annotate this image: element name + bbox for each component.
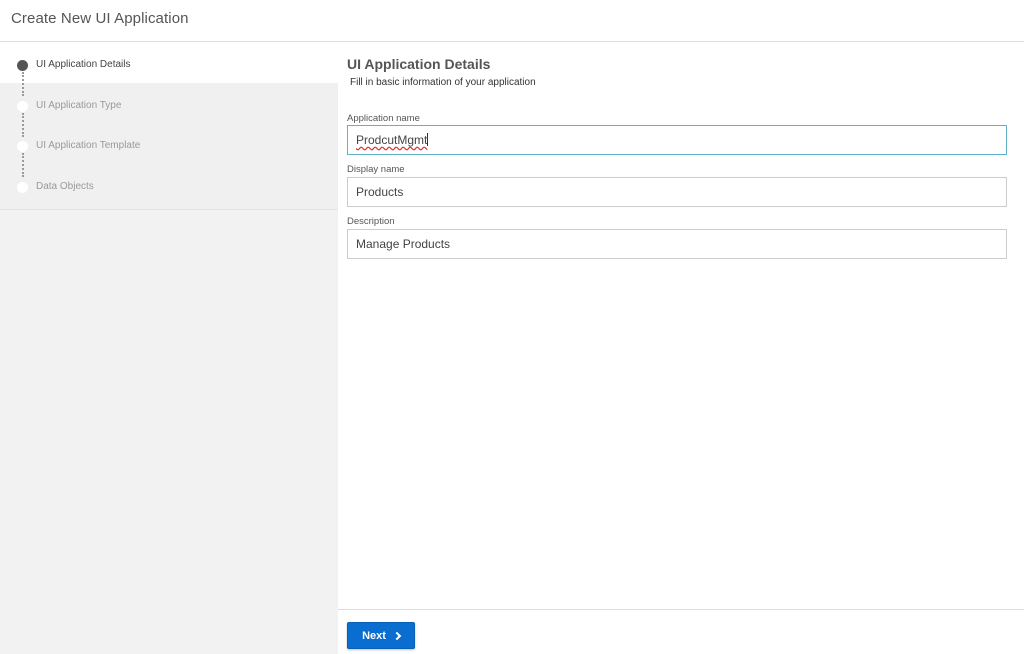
step-connector: [22, 113, 24, 137]
step-connector: [22, 153, 24, 177]
step-indicator-icon: [17, 101, 28, 112]
page-header: Create New UI Application: [0, 0, 1024, 42]
step-indicator-icon: [17, 60, 28, 71]
step-label: UI Application Details: [36, 59, 131, 70]
next-button[interactable]: Next: [347, 622, 415, 649]
step-label: UI Application Template: [36, 140, 141, 151]
step-indicator-icon: [17, 182, 28, 193]
step-connector: [22, 72, 24, 96]
step-indicator-icon: [17, 141, 28, 152]
next-button-label: Next: [362, 629, 386, 642]
application-name-label: Application name: [347, 113, 420, 124]
wizard-step-data-objects[interactable]: Data Objects: [0, 178, 338, 198]
description-input[interactable]: [347, 229, 1007, 259]
application-name-input[interactable]: [347, 125, 1007, 155]
wizard-footer: Next: [338, 609, 1024, 654]
step-label: Data Objects: [36, 181, 94, 192]
display-name-input[interactable]: [347, 177, 1007, 207]
chevron-right-icon: [392, 631, 402, 640]
main-content: UI Application Details Fill in basic inf…: [338, 42, 1024, 609]
wizard-step-details[interactable]: UI Application Details: [0, 56, 338, 76]
page-title: Create New UI Application: [11, 10, 189, 27]
wizard-step-type[interactable]: UI Application Type: [0, 97, 338, 117]
section-subtitle: Fill in basic information of your applic…: [350, 77, 536, 88]
step-label: UI Application Type: [36, 100, 122, 111]
app-window: Create New UI Application UI Application…: [0, 0, 1024, 654]
wizard-steps: UI Application Details UI Application Ty…: [0, 42, 338, 210]
wizard-step-template[interactable]: UI Application Template: [0, 137, 338, 157]
description-label: Description: [347, 216, 395, 227]
display-name-label: Display name: [347, 164, 405, 175]
wizard-sidebar: UI Application Details UI Application Ty…: [0, 42, 338, 654]
section-title: UI Application Details: [347, 56, 491, 72]
